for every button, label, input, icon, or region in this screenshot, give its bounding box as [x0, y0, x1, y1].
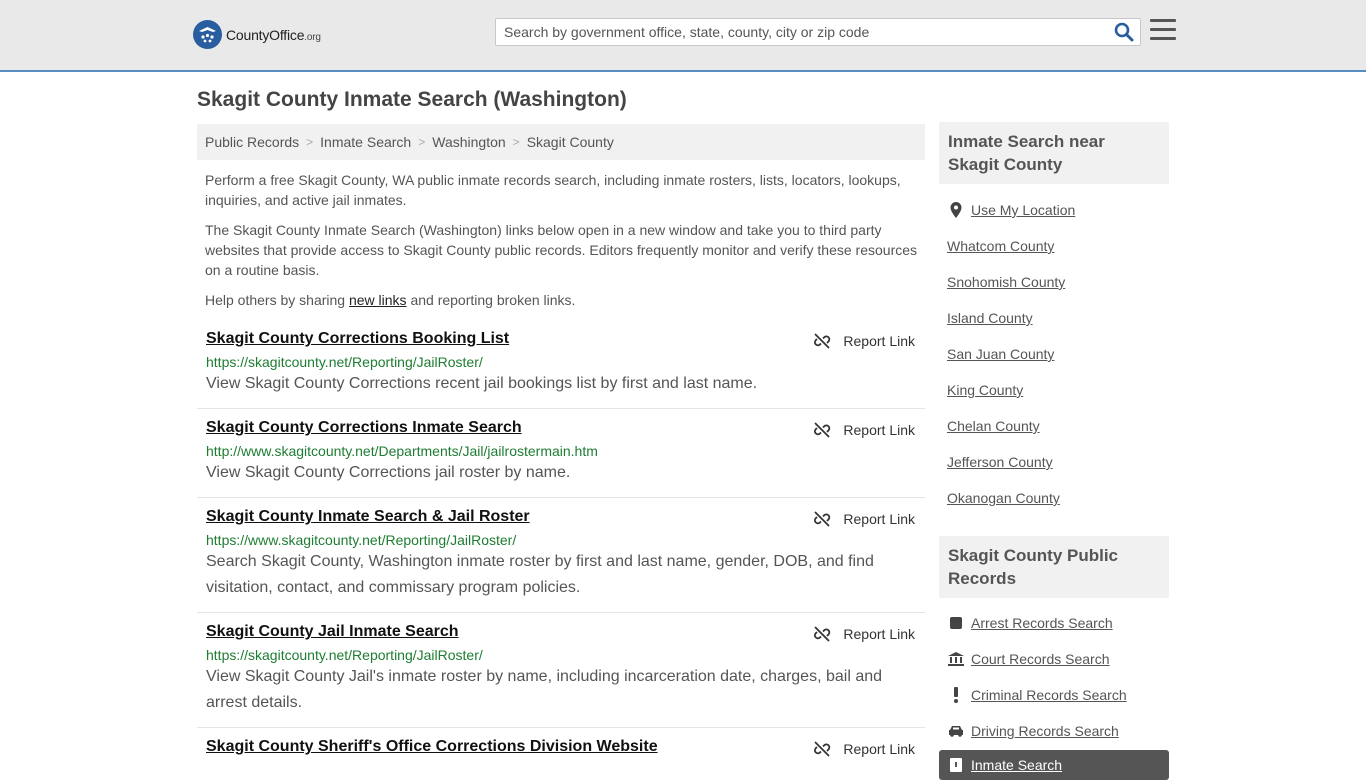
courthouse-icon	[947, 650, 965, 668]
new-links-link[interactable]: new links	[349, 292, 407, 308]
breadcrumb-skagit-county[interactable]: Skagit County	[527, 134, 614, 150]
intro-paragraph-3: Help others by sharing new links and rep…	[205, 292, 576, 308]
result-item: Skagit County Sheriff's Office Correctio…	[197, 728, 925, 767]
result-title-link[interactable]: Skagit County Corrections Booking List	[206, 330, 917, 348]
result-url: http://www.skagitcounty.net/Departments/…	[206, 443, 598, 459]
result-title-link[interactable]: Skagit County Jail Inmate Search	[206, 623, 917, 641]
hamburger-menu-icon[interactable]	[1150, 19, 1176, 41]
result-description: View Skagit County Corrections jail rost…	[206, 464, 571, 481]
breadcrumb: Public Records > Inmate Search > Washing…	[197, 124, 925, 160]
report-link-button[interactable]: Report Link	[813, 740, 915, 758]
criminal-records-item[interactable]: Criminal Records Search	[947, 677, 1169, 713]
result-item: Skagit County Inmate Search & Jail Roste…	[197, 498, 925, 613]
broken-link-icon	[814, 422, 831, 438]
intro-paragraph-2: The Skagit County Inmate Search (Washing…	[205, 222, 918, 278]
use-my-location-item[interactable]: Use My Location	[947, 192, 1169, 228]
inmate-search-active-item[interactable]: Inmate Search	[939, 750, 1169, 780]
report-link-button[interactable]: Report Link	[813, 421, 915, 439]
broken-link-icon	[814, 333, 831, 349]
result-item: Skagit County Jail Inmate Search https:/…	[197, 613, 925, 728]
report-link-button[interactable]: Report Link	[813, 332, 915, 350]
nearby-county-link[interactable]: San Juan County	[947, 336, 1169, 372]
result-item: Skagit County Corrections Inmate Search …	[197, 409, 925, 498]
nearby-county-link[interactable]: Chelan County	[947, 408, 1169, 444]
nearby-county-link[interactable]: Whatcom County	[947, 228, 1169, 264]
breadcrumb-separator-icon: >	[306, 135, 314, 149]
square-icon	[947, 614, 965, 632]
result-item: Skagit County Corrections Booking List h…	[197, 320, 925, 409]
breadcrumb-separator-icon: >	[512, 135, 520, 149]
result-url: https://skagitcounty.net/Reporting/JailR…	[206, 647, 483, 663]
breadcrumb-public-records[interactable]: Public Records	[205, 134, 299, 150]
intro-text: Perform a free Skagit County, WA public …	[205, 170, 921, 320]
broken-link-icon	[814, 741, 831, 757]
location-pin-icon	[947, 201, 965, 219]
exclamation-icon	[947, 686, 965, 704]
nearby-county-link[interactable]: Island County	[947, 300, 1169, 336]
arrest-records-item[interactable]: Arrest Records Search	[947, 605, 1169, 641]
inmate-icon	[947, 756, 965, 774]
logo-wordmark: CountyOffice.org	[226, 26, 321, 43]
report-link-button[interactable]: Report Link	[813, 510, 915, 528]
breadcrumb-washington[interactable]: Washington	[432, 134, 505, 150]
result-title-link[interactable]: Skagit County Inmate Search & Jail Roste…	[206, 508, 917, 526]
top-header: CountyOffice.org	[0, 0, 1366, 72]
result-url: https://skagitcounty.net/Reporting/JailR…	[206, 354, 483, 370]
driving-records-item[interactable]: Driving Records Search	[947, 713, 1169, 749]
breadcrumb-separator-icon: >	[418, 135, 426, 149]
search-box	[495, 18, 1141, 46]
intro-paragraph-1: Perform a free Skagit County, WA public …	[205, 172, 901, 208]
result-description: View Skagit County Corrections recent ja…	[206, 375, 758, 392]
search-icon[interactable]	[1114, 22, 1134, 42]
breadcrumb-inmate-search[interactable]: Inmate Search	[320, 134, 411, 150]
broken-link-icon	[814, 626, 831, 642]
nearby-county-link[interactable]: Okanogan County	[947, 480, 1169, 516]
nearby-county-link[interactable]: Jefferson County	[947, 444, 1169, 480]
court-records-item[interactable]: Court Records Search	[947, 641, 1169, 677]
results-list: Skagit County Corrections Booking List h…	[197, 320, 925, 767]
nearby-heading: Inmate Search near Skagit County	[939, 122, 1169, 184]
result-title-link[interactable]: Skagit County Sheriff's Office Correctio…	[206, 738, 917, 756]
nearby-list: Use My Location Whatcom County Snohomish…	[947, 192, 1169, 516]
site-logo[interactable]: CountyOffice.org	[193, 20, 321, 49]
page-title: Skagit County Inmate Search (Washington)	[197, 88, 627, 111]
broken-link-icon	[814, 511, 831, 527]
result-url: https://www.skagitcounty.net/Reporting/J…	[206, 532, 517, 548]
report-link-button[interactable]: Report Link	[813, 625, 915, 643]
result-description: Search Skagit County, Washington inmate …	[206, 553, 874, 596]
result-description: View Skagit County Jail's inmate roster …	[206, 668, 883, 711]
nearby-county-link[interactable]: King County	[947, 372, 1169, 408]
result-title-link[interactable]: Skagit County Corrections Inmate Search	[206, 419, 917, 437]
logo-seal-icon	[193, 20, 222, 49]
public-records-list: Arrest Records Search Court Records Sear…	[947, 605, 1169, 749]
nearby-county-link[interactable]: Snohomish County	[947, 264, 1169, 300]
search-input[interactable]	[504, 19, 1104, 45]
car-icon	[947, 722, 965, 740]
public-records-heading: Skagit County Public Records	[939, 536, 1169, 598]
